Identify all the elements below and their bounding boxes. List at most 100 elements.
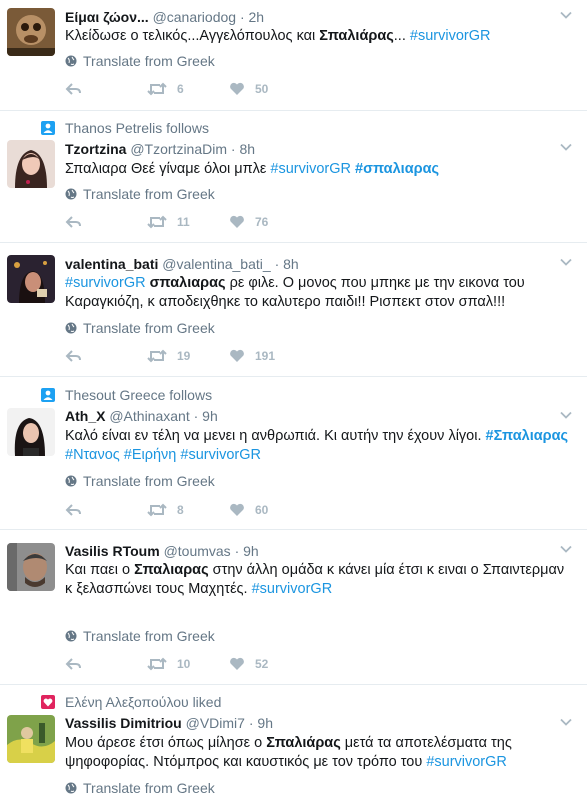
retweet-count: 10: [177, 657, 191, 671]
reply-button[interactable]: [65, 349, 92, 363]
globe-icon: [65, 475, 77, 487]
tweet-5[interactable]: Vasilis RToum @toumvas · 9h Και παει ο Σ…: [0, 530, 587, 685]
tweet-text: Καλό είναι εν τέλη να μενει η ανθρωπιά. …: [65, 427, 570, 465]
hashtag-link[interactable]: #Ντανος: [65, 447, 120, 463]
reply-icon: [65, 658, 81, 670]
user-handle[interactable]: @valentina_bati_: [162, 256, 270, 272]
tweet-4[interactable]: Thesout Greece follows Ath_X @Athinaxant…: [0, 377, 587, 530]
display-name[interactable]: valentina_bati: [65, 256, 158, 272]
chevron-down-icon[interactable]: [559, 715, 573, 729]
tweet-header: Ath_X @Athinaxant · 9h: [65, 408, 218, 424]
translate-link[interactable]: Translate from Greek: [65, 186, 215, 202]
timestamp[interactable]: 8h: [283, 256, 299, 272]
social-context-text[interactable]: Ελένη Αλεξοπούλου liked: [65, 694, 221, 710]
social-context-text[interactable]: Thanos Petrelis follows: [65, 120, 209, 136]
chevron-down-icon[interactable]: [559, 542, 573, 556]
social-context-text[interactable]: Thesout Greece follows: [65, 387, 212, 403]
user-handle[interactable]: @VDimi7: [186, 715, 245, 731]
avatar[interactable]: [7, 8, 55, 56]
retweet-icon: [147, 657, 167, 671]
globe-icon: [65, 630, 77, 642]
hashtag-link[interactable]: #survivorGR: [65, 275, 146, 291]
hashtag-link[interactable]: #survivorGR: [410, 28, 491, 44]
like-button[interactable]: 76: [229, 215, 268, 229]
translate-link[interactable]: Translate from Greek: [65, 320, 215, 336]
tweet-2[interactable]: Thanos Petrelis follows Tzortzina @Tzort…: [0, 111, 587, 243]
reply-button[interactable]: [65, 215, 92, 229]
reply-button[interactable]: [65, 503, 92, 517]
translate-link[interactable]: Translate from Greek: [65, 780, 215, 796]
hashtag-link[interactable]: #survivorGR: [270, 161, 351, 177]
tweet-text-segment: Και παει ο: [65, 562, 135, 578]
tweet-actions: 19 191: [65, 349, 365, 369]
display-name[interactable]: Ath_X: [65, 408, 105, 424]
user-handle[interactable]: @toumvas: [164, 543, 231, 559]
user-handle[interactable]: @canariodog: [153, 9, 237, 25]
retweet-button[interactable]: 10: [147, 657, 190, 671]
user-handle[interactable]: @Athinaxant: [109, 408, 189, 424]
highlighted-term: σπαλιαρας: [149, 275, 226, 291]
chevron-down-icon[interactable]: [559, 140, 573, 154]
tweet-1[interactable]: Είμαι ζώον... @canariodog · 2h Κλείδωσε …: [0, 0, 587, 111]
tweet-text-segment: Κλείδωσε ο τελικός...Αγγελόπουλος και: [65, 28, 320, 44]
heart-icon: [230, 349, 244, 362]
avatar[interactable]: [7, 715, 55, 763]
like-button[interactable]: 50: [229, 82, 268, 96]
timestamp[interactable]: 9h: [257, 715, 273, 731]
retweet-button[interactable]: 8: [147, 503, 184, 517]
tweet-text: Και παει ο Σπαλιαρας στην άλλη ομάδα κ κ…: [65, 561, 570, 599]
display-name[interactable]: Tzortzina: [65, 141, 126, 157]
timestamp[interactable]: 9h: [202, 408, 218, 424]
translate-label: Translate from Greek: [83, 780, 215, 796]
avatar[interactable]: [7, 408, 55, 456]
avatar[interactable]: [7, 255, 55, 303]
display-name[interactable]: Vassilis Dimitriou: [65, 715, 182, 731]
tweet-3[interactable]: valentina_bati @valentina_bati_ · 8h #su…: [0, 243, 587, 377]
translate-link[interactable]: Translate from Greek: [65, 473, 215, 489]
hashtag-link[interactable]: #Ειρήνη: [124, 447, 177, 463]
reply-icon: [65, 504, 81, 516]
person-icon: [41, 121, 55, 135]
timestamp[interactable]: 8h: [239, 141, 255, 157]
like-count: 52: [255, 657, 269, 671]
like-button[interactable]: 60: [229, 503, 268, 517]
retweet-count: 6: [177, 82, 184, 96]
hashtag-link[interactable]: #σπαλιαρας: [355, 161, 439, 177]
hashtag-link[interactable]: #survivorGR: [252, 581, 333, 597]
translate-link[interactable]: Translate from Greek: [65, 628, 215, 644]
retweet-button[interactable]: 11: [147, 215, 190, 229]
highlighted-term: Σπαλιαρας: [134, 562, 209, 578]
display-name[interactable]: Vasilis RToum: [65, 543, 160, 559]
translate-link[interactable]: Translate from Greek: [65, 53, 215, 69]
globe-icon: [65, 782, 77, 794]
tweet-actions: 8 60: [65, 503, 365, 523]
reply-button[interactable]: [65, 657, 92, 671]
timestamp[interactable]: 2h: [249, 9, 265, 25]
chevron-down-icon[interactable]: [559, 8, 573, 22]
retweet-button[interactable]: 19: [147, 349, 190, 363]
like-count: 76: [255, 215, 269, 229]
chevron-down-icon[interactable]: [559, 408, 573, 422]
reply-icon: [65, 216, 81, 228]
hashtag-link[interactable]: #survivorGR: [426, 754, 507, 770]
translate-label: Translate from Greek: [83, 628, 215, 644]
retweet-button[interactable]: 6: [147, 82, 184, 96]
like-count: 191: [255, 349, 276, 363]
like-button[interactable]: 52: [229, 657, 268, 671]
hashtag-link[interactable]: #survivorGR: [180, 447, 261, 463]
timestamp[interactable]: 9h: [243, 543, 259, 559]
tweet-6[interactable]: Ελένη Αλεξοπούλου liked Vassilis Dimitri…: [0, 685, 587, 796]
chevron-down-icon[interactable]: [559, 255, 573, 269]
globe-icon: [65, 55, 77, 67]
avatar[interactable]: [7, 140, 55, 188]
like-button[interactable]: 191: [229, 349, 275, 363]
display-name[interactable]: Είμαι ζώον...: [65, 9, 149, 25]
tweet-text: Κλείδωσε ο τελικός...Αγγελόπουλος και Σπ…: [65, 27, 570, 46]
heart-icon: [230, 215, 244, 228]
avatar[interactable]: [7, 543, 55, 591]
highlighted-term: Σπαλιάρας: [319, 28, 394, 44]
hashtag-link[interactable]: #Σπαλιαρας: [486, 428, 569, 444]
tweet-header: Vassilis Dimitriou @VDimi7 · 9h: [65, 715, 273, 731]
reply-button[interactable]: [65, 82, 92, 96]
user-handle[interactable]: @TzortzinaDim: [130, 141, 227, 157]
